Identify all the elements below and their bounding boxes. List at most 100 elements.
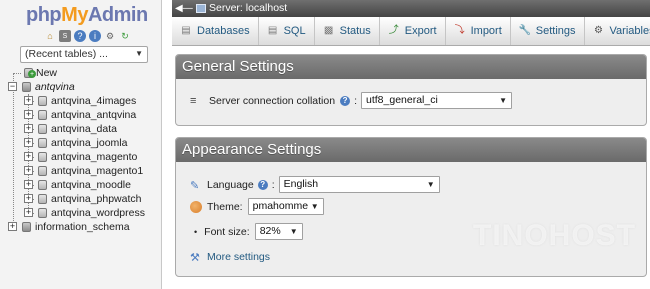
tree-item-table[interactable]: + antqvina_phpwatch [0, 192, 162, 206]
help-icon[interactable]: ? [74, 30, 86, 42]
tab-sql[interactable]: ▤ SQL [259, 17, 315, 45]
tree-label: antqvina_data [51, 123, 117, 135]
table-icon [38, 110, 47, 120]
table-icon [38, 138, 47, 148]
server-breadcrumb-bar: ◀— Server: localhost [172, 0, 650, 17]
expand-icon[interactable]: + [24, 138, 33, 147]
tree-item-antqvina[interactable]: − antqvina [0, 80, 162, 94]
phpmyadmin-logo[interactable]: phpMyAdmin [26, 4, 148, 27]
tree-item-table[interactable]: + antqvina_wordpress [0, 206, 162, 220]
tab-variables[interactable]: ⚙ Variables [585, 17, 650, 45]
tinohost-watermark: TINOHOST [473, 219, 636, 252]
collation-row: ≡ Server connection collation ? : utf8_g… [190, 92, 512, 109]
expand-icon[interactable]: + [24, 166, 33, 175]
database-icon [22, 222, 31, 232]
tree-label: antqvina_magento [51, 151, 138, 163]
expand-icon[interactable]: + [8, 222, 17, 231]
appearance-settings-group: Appearance Settings ✎ Language ? : Engli… [175, 137, 647, 277]
tab-export[interactable]: ⤴ Export [380, 17, 446, 45]
general-settings-title: General Settings [176, 55, 646, 79]
collapse-icon[interactable]: − [8, 82, 17, 91]
tab-databases[interactable]: ▤ Databases [172, 17, 259, 45]
navigation-panel: phpMyAdmin ⌂ S ? i ⚙ ↻ (Recent tables) .… [0, 0, 162, 289]
general-settings-group: General Settings ≡ Server connection col… [175, 54, 647, 126]
theme-select[interactable]: pmahomme ▼ [247, 198, 324, 215]
recent-tables-select[interactable]: (Recent tables) ... ▼ [20, 46, 148, 63]
variables-icon: ⚙ [594, 25, 604, 36]
table-icon [38, 180, 47, 190]
tree-label: antqvina [35, 81, 75, 93]
docs-icon[interactable]: i [89, 30, 101, 42]
home-icon[interactable]: ⌂ [44, 30, 56, 42]
expand-icon[interactable]: + [24, 208, 33, 217]
table-icon [38, 96, 47, 106]
help-icon[interactable]: ? [340, 95, 351, 106]
chevron-down-icon: ▼ [426, 180, 435, 189]
chevron-down-icon: ▼ [135, 49, 143, 58]
language-select[interactable]: English ▼ [278, 176, 440, 193]
expand-icon[interactable]: + [24, 110, 33, 119]
expand-icon[interactable]: + [24, 96, 33, 105]
tree-label: antqvina_joomla [51, 137, 128, 149]
tab-status[interactable]: ▩ Status [315, 17, 380, 45]
tree-label: antqvina_moodle [51, 179, 131, 191]
settings-icon[interactable]: ⚙ [104, 30, 116, 42]
databases-icon: ▤ [181, 25, 191, 36]
chevron-down-icon: ▼ [310, 202, 319, 211]
tree-item-table[interactable]: + antqvina_magento1 [0, 164, 162, 178]
plus-icon: + [28, 70, 36, 78]
expand-icon[interactable]: + [24, 180, 33, 189]
tree-label: New [36, 67, 58, 79]
collapse-nav-icon[interactable]: ◀— [175, 0, 193, 17]
table-icon [38, 208, 47, 218]
tree-item-table[interactable]: + antqvina_antqvina [0, 108, 162, 122]
nav-icon-bar: ⌂ S ? i ⚙ ↻ [44, 30, 131, 42]
sql-icon: ▤ [267, 25, 278, 36]
theme-row: Theme: pmahomme ▼ [190, 198, 324, 215]
font-size-select[interactable]: 82% ▼ [254, 223, 303, 240]
collation-label: Server connection collation [209, 94, 336, 107]
language-icon: ✎ [190, 179, 200, 192]
chevron-down-icon: ▼ [289, 227, 298, 236]
tree-label: antqvina_phpwatch [51, 193, 142, 205]
table-icon [38, 124, 47, 134]
tree-item-table[interactable]: + antqvina_4images [0, 94, 162, 108]
more-settings-row: ⚒ More settings [190, 251, 270, 264]
status-icon: ▩ [323, 25, 334, 36]
font-size-label: Font size: [204, 225, 250, 238]
table-list: + antqvina_4images + antqvina_antqvina + antq… [0, 94, 162, 220]
tree-item-table[interactable]: + antqvina_data [0, 122, 162, 136]
server-icon [196, 4, 206, 13]
more-settings-link[interactable]: More settings [207, 251, 270, 263]
language-row: ✎ Language ? : English ▼ [190, 176, 440, 193]
tree-item-table[interactable]: + antqvina_moodle [0, 178, 162, 192]
tree-label: antqvina_antqvina [51, 109, 137, 121]
logo-admin: Admin [87, 4, 148, 26]
font-size-row: • Font size: 82% ▼ [194, 223, 303, 240]
sql-icon[interactable]: S [59, 30, 71, 42]
language-label: Language [207, 178, 254, 191]
settings-icon: 🔧 [518, 25, 532, 36]
server-breadcrumb[interactable]: Server: localhost [209, 0, 287, 17]
expand-icon[interactable]: + [24, 124, 33, 133]
tab-settings[interactable]: 🔧 Settings [511, 17, 585, 45]
database-tree: + New − antqvina + antqvina_4images + antqv… [0, 66, 162, 234]
database-icon [22, 82, 31, 92]
tree-item-new[interactable]: + New [0, 66, 162, 80]
tree-label: information_schema [35, 221, 130, 233]
table-icon [38, 166, 47, 176]
expand-icon[interactable]: + [24, 152, 33, 161]
expand-icon[interactable]: + [24, 194, 33, 203]
appearance-settings-title: Appearance Settings [176, 138, 646, 162]
tree-item-table[interactable]: + antqvina_joomla [0, 136, 162, 150]
export-icon: ⤴ [388, 25, 399, 36]
reload-icon[interactable]: ↻ [119, 30, 131, 42]
tree-item-information-schema[interactable]: + information_schema [0, 220, 162, 234]
wrench-icon: ⚒ [190, 252, 200, 264]
tree-item-table[interactable]: + antqvina_magento [0, 150, 162, 164]
help-icon[interactable]: ? [257, 179, 268, 190]
logo-my: My [61, 4, 88, 26]
main-pane: ◀— Server: localhost ▤ Databases ▤ SQL ▩… [172, 0, 650, 289]
tab-import[interactable]: ⤵ Import [446, 17, 511, 45]
collation-select[interactable]: utf8_general_ci ▼ [361, 92, 512, 109]
